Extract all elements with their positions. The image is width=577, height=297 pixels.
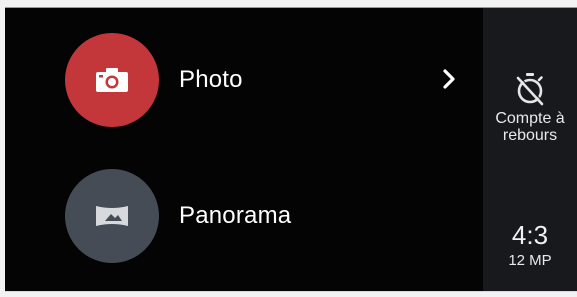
timer-label-line2: rebours — [502, 127, 558, 144]
aspect-ratio-button[interactable]: 4:3 12 MP — [483, 220, 577, 270]
aspect-ratio-value: 4:3 — [511, 220, 549, 250]
camera-mode-screen: Photo Panorama Compte à rebours 4:3 12 M… — [5, 7, 577, 292]
timer-label: Compte à rebours — [483, 110, 577, 144]
panorama-icon — [96, 206, 128, 226]
mode-label-panorama: Panorama — [179, 202, 292, 229]
mode-list: Photo Panorama — [5, 8, 483, 291]
panorama-mode-button[interactable] — [65, 169, 159, 263]
chevron-right-icon[interactable] — [439, 67, 459, 91]
mode-item-photo[interactable]: Photo — [65, 32, 475, 128]
mode-label-photo: Photo — [179, 66, 243, 93]
resolution-label: 12 MP — [508, 252, 552, 269]
camera-icon — [96, 68, 128, 92]
mode-item-panorama[interactable]: Panorama — [65, 168, 475, 264]
timer-label-line1: Compte à — [495, 110, 565, 127]
photo-mode-button[interactable] — [65, 33, 159, 127]
timer-off-icon — [516, 73, 544, 106]
side-panel: Compte à rebours 4:3 12 MP — [483, 8, 577, 291]
timer-button[interactable]: Compte à rebours — [483, 72, 577, 144]
